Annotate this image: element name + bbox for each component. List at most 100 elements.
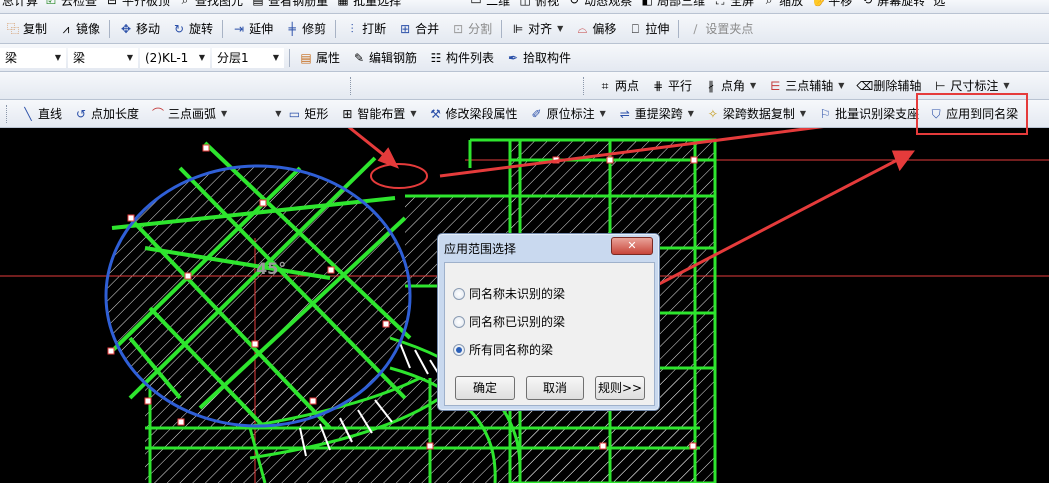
radio-all-same-name[interactable] — [453, 343, 465, 356]
smart-layout-button[interactable]: ⊞ 智能布置 ▼ — [334, 103, 422, 125]
point-angle-button[interactable]: ∦ 点角 ▼ — [698, 75, 762, 97]
toolbar-item-cloud-check[interactable]: ☑ 云检查 — [40, 0, 101, 8]
rectangle-button[interactable]: ▭ 矩形 — [281, 103, 334, 125]
merge-button[interactable]: ⊞ 合并 — [392, 18, 445, 40]
trim-button[interactable]: ╪ 修剪 — [279, 18, 332, 40]
move-button[interactable]: ✥ 移动 — [113, 18, 166, 40]
rotate-button[interactable]: ↻ 旋转 — [166, 18, 219, 40]
fullscreen-label: 全屏 — [730, 0, 755, 8]
orbit-icon: ↻ — [569, 0, 580, 7]
check-icon: ☑ — [45, 0, 57, 7]
top-view-icon: ◫ — [519, 0, 531, 7]
arc-icon: ⌒ — [152, 106, 165, 121]
offset-button[interactable]: ⌓ 偏移 — [569, 18, 622, 40]
split-label: 分割 — [468, 22, 493, 36]
2d-icon: ▭ — [470, 0, 482, 7]
point-length-button[interactable]: ↺ 点加长度 — [68, 103, 145, 125]
toolbar-item-top-view[interactable]: ◫ 俯视 — [514, 0, 563, 8]
break-label: 打断 — [362, 22, 387, 36]
toolbar-item-2d[interactable]: ▭ 二维 — [465, 0, 514, 8]
toolbar-item-view-rebar[interactable]: ▤ 查看钢筋量 — [247, 0, 332, 8]
option-unrecognized[interactable]: 同名称未识别的梁 — [453, 285, 565, 302]
option-recognized[interactable]: 同名称已识别的梁 — [453, 313, 565, 330]
toolbar-item-batch-select[interactable]: ▦ 批量选择 — [332, 0, 405, 8]
point-length-icon: ↺ — [75, 106, 87, 121]
three-point-aux-button[interactable]: ⋿ 三点辅轴 ▼ — [762, 75, 850, 97]
properties-label: 属性 — [316, 51, 341, 65]
rectangle-label: 矩形 — [304, 107, 329, 121]
chevron-down-icon: ▼ — [126, 53, 133, 62]
parallel-button[interactable]: ⋕ 平行 — [645, 75, 698, 97]
split-button[interactable]: ⊡ 分割 — [445, 18, 498, 40]
name-combo-value: (2)KL-1 — [145, 50, 189, 65]
category-combo-value: 梁 — [73, 51, 86, 65]
copy-icon: ⿻ — [6, 21, 19, 36]
layer-combo[interactable]: 分层1 ▼ — [212, 47, 284, 68]
toolbar-grip[interactable] — [6, 104, 9, 123]
three-point-aux-label: 三点辅轴 — [785, 79, 834, 93]
in-place-label-button[interactable]: ✐ 原位标注 ▼ — [524, 103, 612, 125]
copy-button[interactable]: ⿻复制 — [0, 18, 53, 40]
option-all-same-name[interactable]: 所有同名称的梁 — [453, 341, 553, 358]
chevron-down-icon: ▼ — [599, 109, 606, 118]
zoom-icon: ⌕ — [765, 0, 773, 7]
re-extract-span-button[interactable]: ⇌ 重提梁跨 ▼ — [612, 103, 700, 125]
two-point-button[interactable]: ⌗ 两点 — [592, 75, 645, 97]
close-icon[interactable]: ✕ — [611, 237, 653, 255]
span-data-copy-button[interactable]: ✧ 梁跨数据复制 ▼ — [700, 103, 812, 125]
toolbar-item-calc[interactable]: 总计算 — [0, 0, 40, 8]
extend-icon: ⇥ — [234, 21, 245, 36]
merge-label: 合并 — [415, 22, 440, 36]
toolbar-item-pan[interactable]: ✋ 平移 — [807, 0, 856, 8]
stretch-button[interactable]: ⎕ 拉伸 — [622, 18, 675, 40]
option-recognized-label: 同名称已识别的梁 — [469, 315, 566, 329]
modify-span-props-button[interactable]: ⚒ 修改梁段属性 — [423, 103, 524, 125]
break-button[interactable]: ⫶ 打断 — [339, 18, 392, 40]
component-list-button[interactable]: ☷ 构件列表 — [423, 47, 500, 69]
dimension-icon: ⊢ — [935, 78, 946, 93]
ok-button[interactable]: 确定 — [455, 376, 515, 400]
radio-recognized[interactable] — [453, 315, 465, 328]
dialog-body: 同名称未识别的梁 同名称已识别的梁 所有同名称的梁 确定 取消 规则>> — [444, 262, 655, 406]
grip-icon: ∕ — [693, 21, 698, 36]
line-button[interactable]: ╲ 直线 — [15, 103, 68, 125]
radio-unrecognized[interactable] — [453, 287, 465, 300]
properties-button[interactable]: ▤ 属性 — [293, 47, 346, 69]
name-combo[interactable]: (2)KL-1 ▼ — [140, 47, 210, 68]
rules-button[interactable]: 规则>> — [595, 376, 645, 400]
toolbar-item-fullscreen[interactable]: ⛶ 全屏 — [709, 0, 758, 8]
span-data-copy-label: 梁跨数据复制 — [722, 107, 795, 121]
toolbar-item-find[interactable]: ⌕ 查找图元 — [174, 0, 247, 8]
three-point-arc-button[interactable]: ⌒ 三点画弧 ▼ — [145, 103, 233, 125]
toolbar-grip[interactable] — [350, 76, 353, 95]
angle-label: 45° — [256, 259, 286, 278]
chevron-down-icon: ▼ — [221, 109, 228, 118]
toolbar-item-select[interactable]: 选 — [929, 0, 949, 8]
chevron-down-icon: ▼ — [557, 24, 564, 33]
chevron-down-icon: ▼ — [838, 81, 845, 90]
toolbar-item-zoom[interactable]: ⌕ 缩放 — [758, 0, 807, 8]
pick-component-button[interactable]: ✒ 拾取构件 — [500, 47, 577, 69]
category-combo[interactable]: 梁 ▼ — [68, 47, 138, 68]
batch-identify-label: 批量识别梁支座 — [835, 107, 920, 121]
toolbar-grip[interactable] — [583, 76, 586, 95]
smart-layout-label: 智能布置 — [357, 107, 406, 121]
align-button[interactable]: ⊫ 对齐 ▼ — [505, 18, 569, 40]
toolbar-item-flush-slab[interactable]: ⊟ 平齐板顶 — [101, 0, 174, 8]
rebar-icon: ▤ — [252, 0, 264, 7]
mirror-button[interactable]: ⩘ 镜像 — [53, 18, 106, 40]
toolbar-item-screen-rotate[interactable]: ⟲ 屏幕旋转 — [856, 0, 929, 8]
fullscreen-icon: ⛶ — [715, 0, 725, 7]
offset-label: 偏移 — [592, 22, 617, 36]
stretch-icon: ⎕ — [631, 21, 639, 36]
batch-identify-button[interactable]: ⚐ 批量识别梁支座 — [812, 103, 925, 125]
toolbar-item-orbit[interactable]: ↻ 动态观察 — [563, 0, 636, 8]
extend-button[interactable]: ⇥ 延伸 — [226, 18, 279, 40]
type-combo[interactable]: 梁 ▼ — [0, 47, 66, 68]
cancel-button[interactable]: 取消 — [526, 376, 584, 400]
toolbar-item-local-3d[interactable]: ◧ 局部三维 — [636, 0, 709, 8]
set-grip-button[interactable]: ∕ 设置夹点 — [682, 18, 759, 40]
line-label: 直线 — [38, 107, 63, 121]
chevron-down-icon: ▼ — [687, 109, 694, 118]
edit-rebar-button[interactable]: ✎ 编辑钢筋 — [346, 47, 423, 69]
